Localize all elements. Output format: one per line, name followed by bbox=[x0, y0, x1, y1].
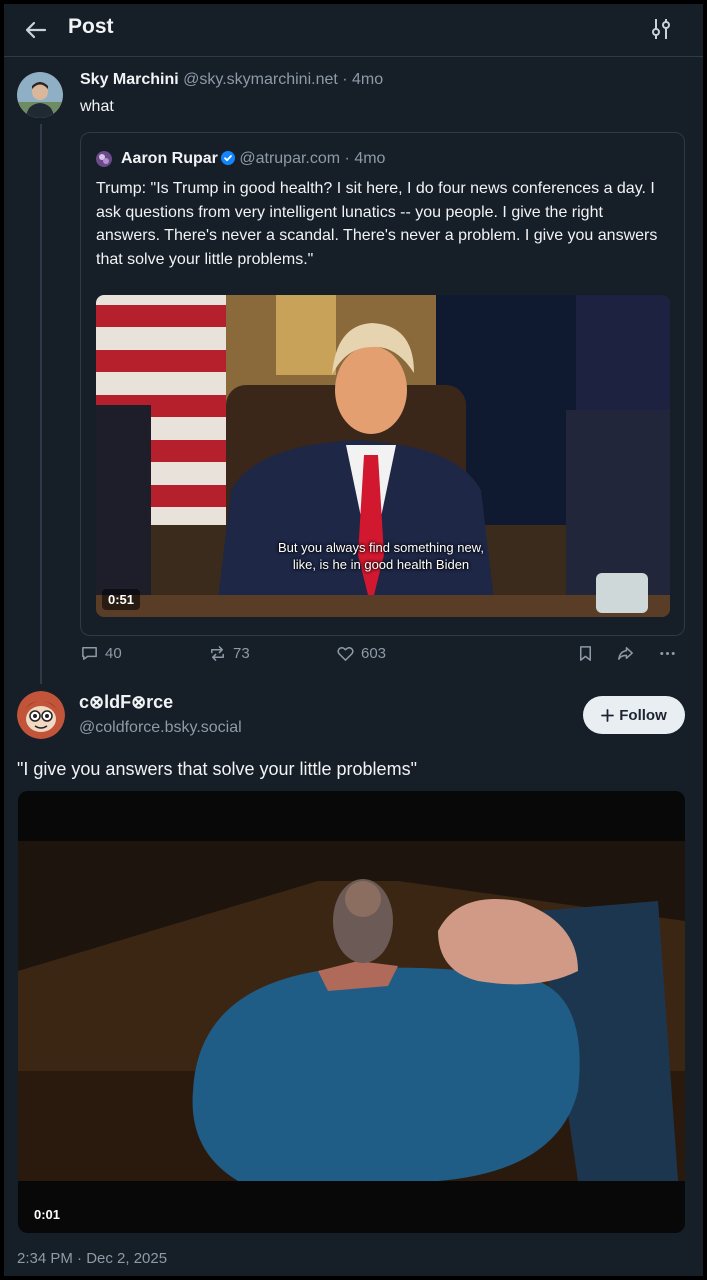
more-options-button[interactable] bbox=[658, 644, 677, 663]
reply-icon bbox=[82, 647, 97, 660]
author-handle[interactable]: @coldforce.bsky.social bbox=[79, 719, 242, 737]
reply-button[interactable]: 40 bbox=[80, 644, 122, 663]
share-button[interactable] bbox=[616, 644, 635, 663]
bookmark-icon bbox=[579, 646, 592, 661]
share-icon bbox=[618, 647, 633, 660]
quote-header: Aaron Rupar @atrupar.com · 4mo bbox=[121, 150, 385, 168]
author-name[interactable]: c⊗ldF⊗rce bbox=[79, 692, 173, 713]
heart-icon bbox=[337, 647, 354, 661]
video-duration: 0:01 bbox=[34, 1207, 61, 1222]
reply-count: 40 bbox=[105, 645, 122, 662]
time-ago[interactable]: 4mo bbox=[352, 71, 383, 88]
like-button[interactable]: 603 bbox=[336, 644, 386, 663]
video-thumbnail bbox=[18, 791, 685, 1233]
repost-count: 73 bbox=[233, 645, 250, 662]
page-title: Post bbox=[68, 15, 114, 38]
post-timestamp: 2:34 PM · Dec 2, 2025 bbox=[17, 1250, 168, 1267]
top-bar: Post bbox=[4, 4, 703, 57]
video-player[interactable]: But you always find something new, like,… bbox=[96, 295, 670, 617]
post-text: "I give you answers that solve your litt… bbox=[17, 759, 417, 779]
like-count: 603 bbox=[361, 645, 387, 662]
plus-icon bbox=[601, 708, 615, 722]
quote-author-name: Aaron Rupar bbox=[121, 150, 218, 167]
action-bar: 40 73 603 bbox=[80, 644, 690, 668]
separator: · bbox=[337, 71, 353, 88]
video-caption: But you always find something new, like,… bbox=[278, 540, 484, 572]
repost-button[interactable]: 73 bbox=[208, 644, 250, 663]
post-text: what bbox=[80, 98, 114, 115]
quote-text: Trump: "Is Trump in good health? I sit h… bbox=[96, 180, 658, 268]
quote-time-ago: 4mo bbox=[354, 150, 386, 167]
quote-post[interactable]: Aaron Rupar @atrupar.com · 4mo Trump: "I… bbox=[80, 132, 685, 636]
post-header: Sky Marchini @sky.skymarchini.net · 4mo bbox=[80, 71, 383, 89]
repost-icon bbox=[211, 646, 224, 661]
verified-badge-icon bbox=[220, 151, 235, 165]
avatar[interactable] bbox=[17, 691, 65, 739]
quote-author-handle: @atrupar.com bbox=[239, 150, 341, 167]
bookmark-button[interactable] bbox=[576, 644, 595, 663]
follow-label: Follow bbox=[619, 706, 667, 724]
arrow-left-icon[interactable] bbox=[22, 16, 50, 44]
video-player[interactable]: 0:01 bbox=[18, 791, 685, 1233]
ellipsis-icon bbox=[660, 651, 675, 656]
video-duration: 0:51 bbox=[102, 589, 141, 610]
thread-line bbox=[40, 124, 42, 684]
follow-button[interactable]: Follow bbox=[583, 696, 685, 734]
author-name[interactable]: Sky Marchini bbox=[80, 71, 179, 88]
author-handle[interactable]: @sky.skymarchini.net bbox=[183, 71, 338, 88]
app-frame: Post Sky Marchini @sky.skymarchini.net ·… bbox=[4, 4, 703, 1276]
separator: · bbox=[340, 150, 355, 167]
avatar bbox=[96, 151, 112, 167]
sliders-icon[interactable] bbox=[649, 16, 673, 42]
avatar[interactable] bbox=[17, 72, 63, 118]
